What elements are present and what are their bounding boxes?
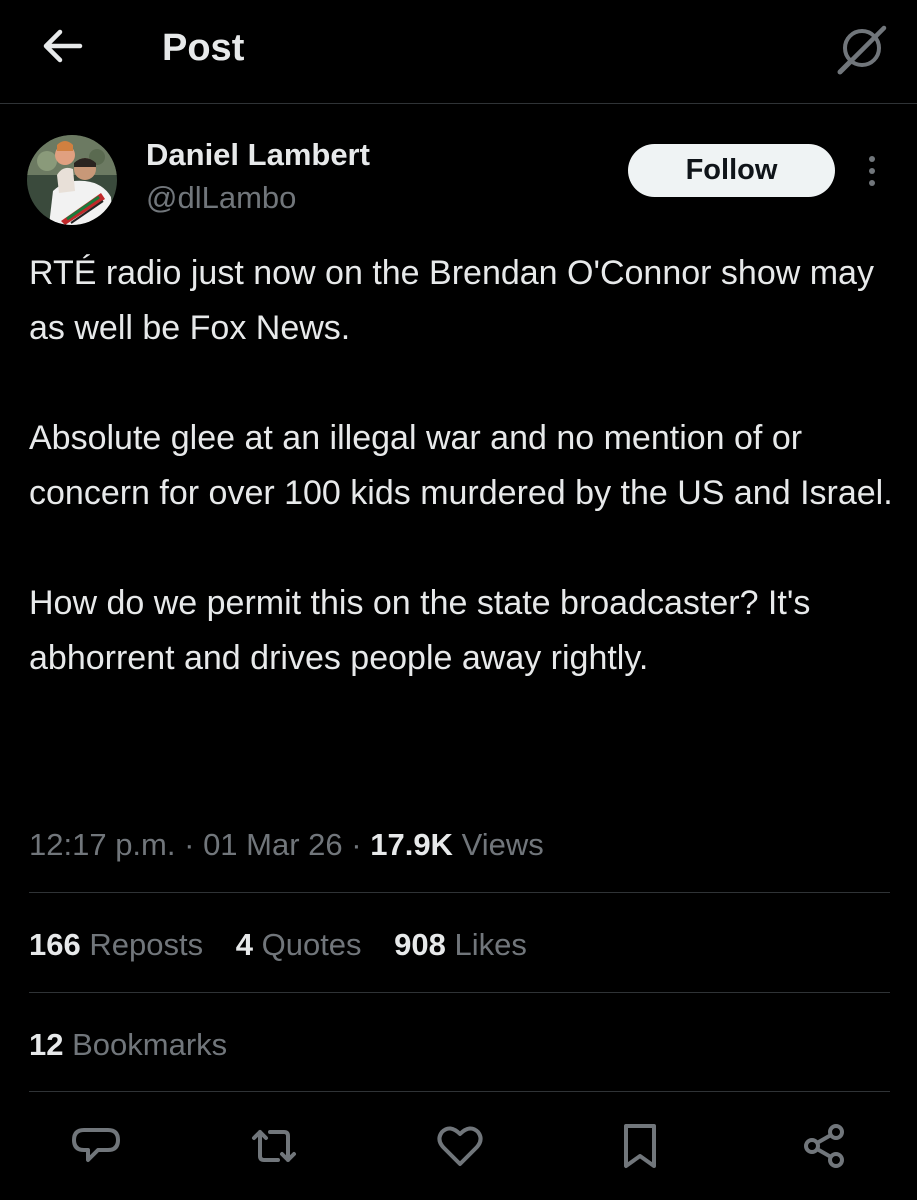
tweet-text: RTÉ radio just now on the Brendan O'Conn… — [29, 246, 899, 686]
divider — [29, 892, 890, 893]
tweet-meta: 12:17 p.m. · 01 Mar 26 · 17.9K Views — [29, 824, 544, 866]
share-button[interactable] — [796, 1118, 852, 1174]
bookmarks-label: Bookmarks — [72, 1027, 228, 1062]
divider — [29, 1091, 890, 1092]
tweet-paragraph: RTÉ radio just now on the Brendan O'Conn… — [29, 254, 874, 347]
likes-stat[interactable]: 908 Likes — [394, 924, 527, 966]
bookmarks-stat[interactable]: 12 Bookmarks — [29, 1024, 227, 1066]
tweet-date[interactable]: 01 Mar 26 — [203, 827, 343, 862]
quotes-count: 4 — [235, 927, 253, 962]
follow-button[interactable]: Follow — [628, 144, 835, 197]
quotes-label: Quotes — [261, 927, 362, 962]
more-vertical-icon — [858, 150, 886, 192]
tweet-paragraph: How do we permit this on the state broad… — [29, 584, 811, 677]
grok-icon — [832, 20, 892, 76]
top-bar: Post — [0, 0, 917, 104]
quotes-stat[interactable]: 4 Quotes — [236, 924, 362, 966]
reply-button[interactable] — [68, 1118, 124, 1174]
views-label: Views — [461, 827, 544, 862]
likes-count: 908 — [394, 927, 446, 962]
repost-button[interactable] — [246, 1118, 302, 1174]
avatar[interactable] — [27, 135, 117, 225]
likes-label: Likes — [454, 927, 527, 962]
author-name[interactable]: Daniel Lambert — [146, 136, 370, 174]
meta-separator: · — [184, 827, 195, 862]
bookmark-icon — [612, 1118, 668, 1174]
tweet-time[interactable]: 12:17 p.m. — [29, 827, 175, 862]
like-icon — [432, 1118, 488, 1174]
meta-separator: · — [351, 827, 362, 862]
page-title: Post — [162, 27, 245, 69]
avatar-photo — [27, 135, 117, 225]
reply-icon — [68, 1118, 124, 1174]
more-options-button[interactable] — [858, 150, 886, 192]
engagement-stats: 166 Reposts 4 Quotes 908 Likes — [29, 924, 551, 966]
reposts-count: 166 — [29, 927, 81, 962]
reposts-stat[interactable]: 166 Reposts — [29, 924, 203, 966]
repost-icon — [246, 1118, 302, 1174]
grok-button[interactable] — [832, 20, 892, 76]
views-count[interactable]: 17.9K — [370, 827, 453, 862]
back-button[interactable] — [36, 22, 88, 70]
arrow-left-icon — [36, 22, 88, 70]
bookmarks-count: 12 — [29, 1027, 64, 1062]
share-icon — [796, 1118, 852, 1174]
tweet-paragraph: Absolute glee at an illegal war and no m… — [29, 419, 893, 512]
divider — [29, 992, 890, 993]
reposts-label: Reposts — [89, 927, 204, 962]
like-button[interactable] — [432, 1118, 488, 1174]
bookmark-button[interactable] — [612, 1118, 668, 1174]
author-handle[interactable]: @dlLambo — [146, 179, 296, 217]
